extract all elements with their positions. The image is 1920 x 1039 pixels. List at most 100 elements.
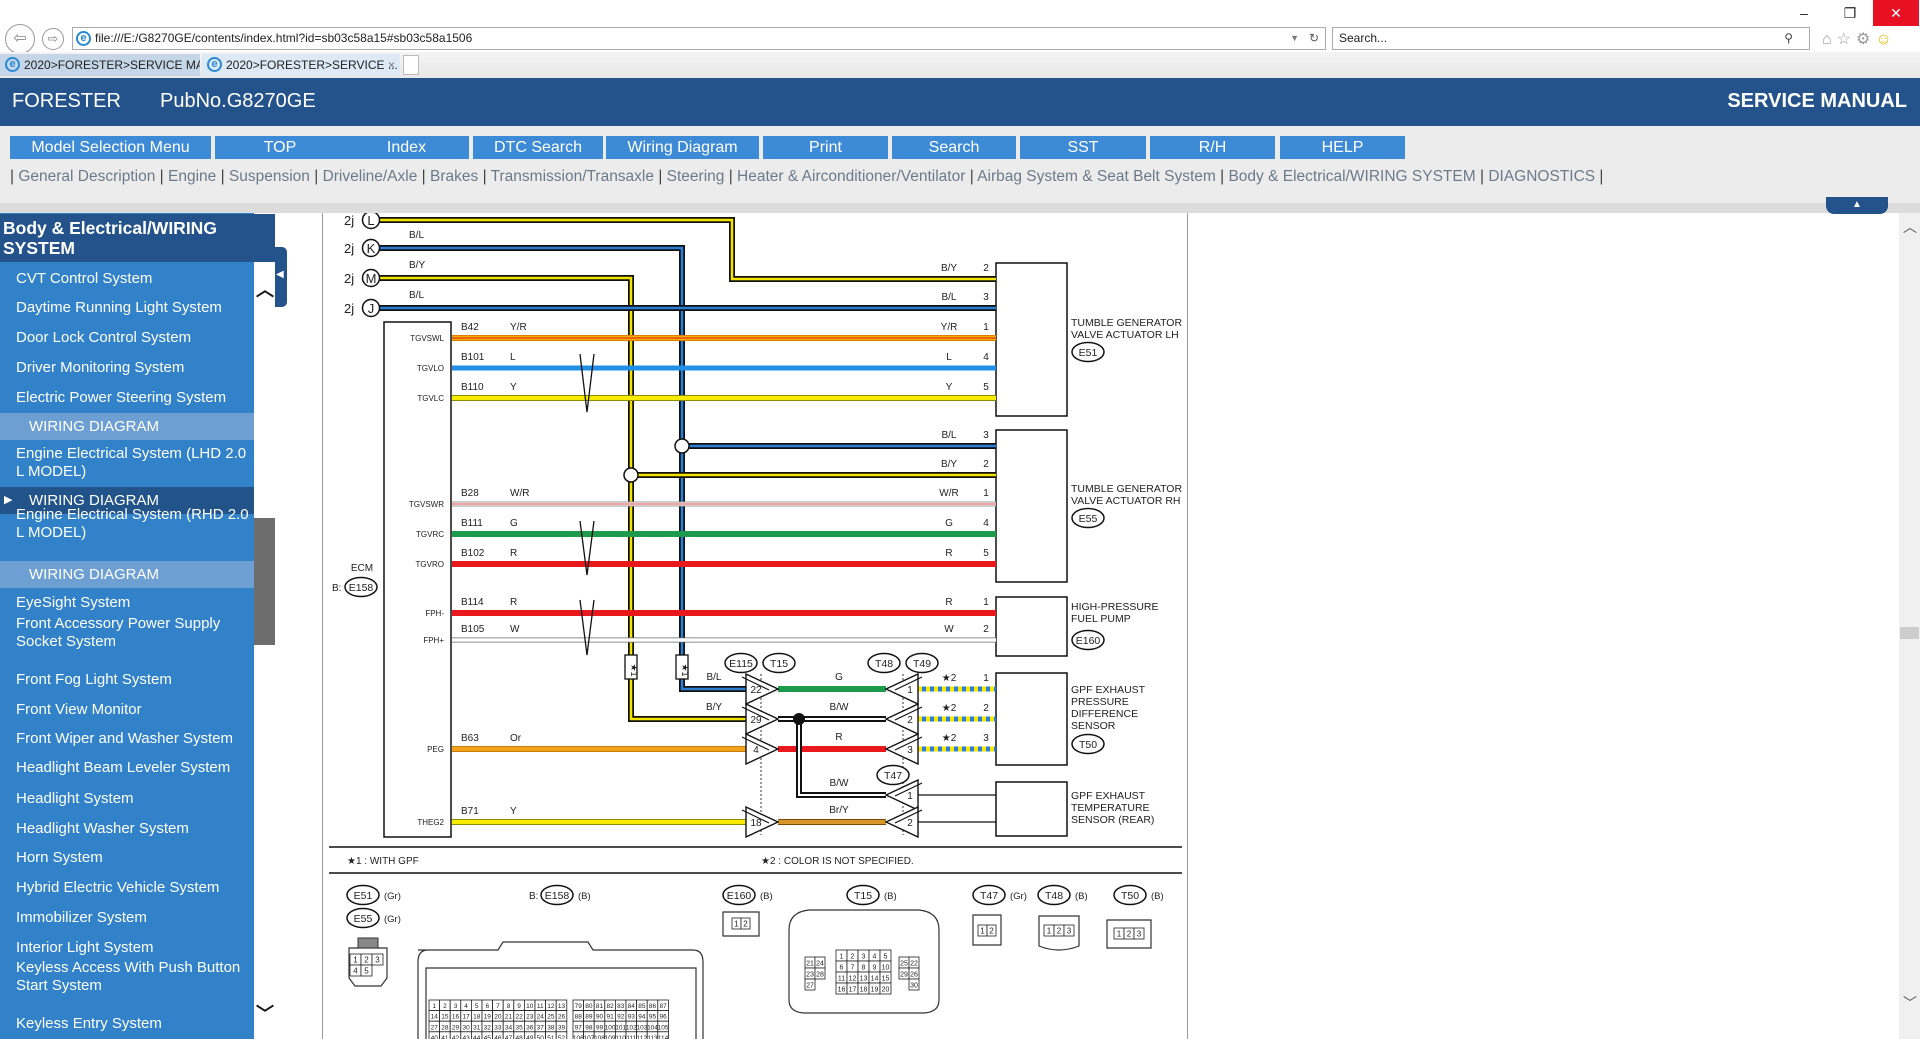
sidebar-item[interactable]: Door Lock Control System xyxy=(0,329,254,347)
section-link[interactable]: Suspension xyxy=(229,168,310,185)
pin-number: 112 xyxy=(637,1035,648,1039)
component-pin-number: 3 xyxy=(983,430,989,441)
browser-search-input[interactable]: Search... ⚲ xyxy=(1332,27,1810,50)
page-scroll-thumb[interactable] xyxy=(1900,627,1919,639)
sidebar-item[interactable]: Front Wiper and Washer System xyxy=(0,730,254,748)
collapse-header-button[interactable]: ▲ xyxy=(1826,197,1888,214)
sidebar-item[interactable]: Horn System xyxy=(0,849,254,867)
section-link[interactable]: Body & Electrical/WIRING SYSTEM xyxy=(1228,168,1475,185)
scroll-down-chevron-icon[interactable]: ﹀ xyxy=(256,1000,274,1026)
refresh-icon[interactable]: ↻ xyxy=(1309,28,1319,49)
search-icon[interactable]: ⚲ xyxy=(1784,28,1793,49)
feedback-smiley-icon[interactable]: ☺ xyxy=(1875,31,1896,48)
component-box xyxy=(995,429,1068,583)
sidebar-item[interactable]: Headlight Beam Leveler System xyxy=(0,759,254,777)
component-box xyxy=(995,781,1068,837)
tab-1[interactable]: e 2020>FORESTER>SERVICE MA... xyxy=(0,54,200,76)
nav-button-index[interactable]: Index xyxy=(344,136,469,159)
sidebar-scrollbar[interactable] xyxy=(254,262,275,1039)
sidebar-item[interactable]: Electric Power Steering System xyxy=(0,389,254,407)
section-link[interactable]: Steering xyxy=(667,168,725,185)
sidebar-item[interactable]: Front Fog Light System xyxy=(0,671,254,689)
page-scrollbar[interactable]: ︿ ﹀ xyxy=(1899,213,1920,1039)
sidebar-subitem-wiring-diagram[interactable]: WIRING DIAGRAM xyxy=(0,561,254,588)
pin-number: 13 xyxy=(558,1003,566,1010)
scroll-up-chevron-icon[interactable]: ︿ xyxy=(1903,217,1917,237)
wire-color-label: G xyxy=(510,518,518,529)
sidebar-item[interactable]: Engine Electrical System (RHD 2.0 L MODE… xyxy=(0,506,254,542)
favorites-star-icon[interactable]: ☆ xyxy=(1837,31,1856,48)
ecm-pin-number: B42 xyxy=(461,322,479,333)
connector-view-id: E160 xyxy=(727,890,752,902)
nav-button-top[interactable]: TOP xyxy=(215,136,345,159)
scroll-down-chevron-icon[interactable]: ﹀ xyxy=(1903,993,1917,1013)
pin-number: 32 xyxy=(484,1024,492,1031)
tab-close-icon[interactable]: × xyxy=(388,54,395,76)
pin-number: 86 xyxy=(649,1003,657,1010)
section-link[interactable]: DIAGNOSTICS xyxy=(1488,168,1595,185)
connector-pin-number: 2 xyxy=(907,818,913,829)
section-link[interactable]: Heater & Airconditioner/Ventilator xyxy=(737,168,965,185)
sidebar-item[interactable]: Headlight Washer System xyxy=(0,820,254,838)
nav-button-model-selection-menu[interactable]: Model Selection Menu xyxy=(10,136,211,159)
sidebar-item[interactable]: Engine Electrical System (LHD 2.0 L MODE… xyxy=(0,445,254,481)
nav-button-search[interactable]: Search xyxy=(892,136,1016,159)
section-link[interactable]: Brakes xyxy=(430,168,478,185)
tab-2-active[interactable]: e 2020>FORESTER>SERVICE ... × xyxy=(202,54,400,76)
nav-button-r-h[interactable]: R/H xyxy=(1150,136,1275,159)
pin-number: 17 xyxy=(849,987,857,994)
forward-button[interactable]: ⇨ xyxy=(42,28,64,50)
home-icon[interactable]: ⌂ xyxy=(1822,31,1837,48)
sidebar-item[interactable]: Headlight System xyxy=(0,790,254,808)
sidebar-item-label: WIRING DIAGRAM xyxy=(29,418,159,435)
section-link[interactable]: Driveline/Axle xyxy=(323,168,418,185)
sidebar-item[interactable]: Immobilizer System xyxy=(0,909,254,927)
scroll-up-chevron-icon[interactable]: ︿ xyxy=(256,276,274,302)
sidebar-item[interactable]: Interior Light System xyxy=(0,939,254,957)
component-name: HIGH-PRESSURE xyxy=(1071,601,1159,613)
sidebar-item[interactable]: CVT Control System xyxy=(0,270,254,288)
back-button[interactable]: ⇦ xyxy=(5,24,35,54)
close-window-button[interactable]: ✕ xyxy=(1873,0,1919,26)
section-link[interactable]: Transmission/Transaxle xyxy=(491,168,654,185)
nav-button-wiring-diagram[interactable]: Wiring Diagram xyxy=(606,136,759,159)
section-link[interactable]: General Description xyxy=(18,168,155,185)
pin-number: 10 xyxy=(526,1003,534,1010)
settings-gear-icon[interactable]: ⚙ xyxy=(1856,31,1875,48)
ecm-pin-name: TGVLO xyxy=(417,364,444,373)
new-tab-button[interactable] xyxy=(403,55,419,75)
sidebar-item[interactable]: Driver Monitoring System xyxy=(0,359,254,377)
nav-button-help[interactable]: HELP xyxy=(1280,136,1405,159)
nav-button-print[interactable]: Print xyxy=(763,136,888,159)
sidebar-item[interactable]: Hybrid Electric Vehicle System xyxy=(0,879,254,897)
sidebar-item[interactable]: EyeSight System xyxy=(0,594,254,612)
sidebar-collapse-tab[interactable]: ◀ xyxy=(275,247,287,307)
sidebar-scroll-thumb[interactable] xyxy=(254,518,275,645)
wire-color-label: B/Y xyxy=(941,459,957,470)
sidebar-item-label: Driver Monitoring System xyxy=(16,359,185,376)
connector-color: (Gr) xyxy=(384,914,401,925)
section-link[interactable]: Airbag System & Seat Belt System xyxy=(977,168,1216,185)
sidebar-item[interactable]: Daytime Running Light System xyxy=(0,299,254,317)
sidebar-item[interactable]: Front Accessory Power Supply Socket Syst… xyxy=(0,615,254,651)
sidebar-item[interactable]: Front View Monitor xyxy=(0,701,254,719)
sidebar-subitem-wiring-diagram[interactable]: WIRING DIAGRAM xyxy=(0,413,254,440)
component-connector-id: E160 xyxy=(1076,635,1101,647)
address-bar[interactable]: e file:///E:/G8270GE/contents/index.html… xyxy=(72,27,1326,50)
minimize-button[interactable]: – xyxy=(1781,0,1827,26)
sidebar-item[interactable]: Keyless Entry System xyxy=(0,1015,254,1033)
link-separator: | xyxy=(159,168,164,185)
nav-button-sst[interactable]: SST xyxy=(1020,136,1146,159)
wire-color-label: L xyxy=(946,352,952,363)
section-link[interactable]: Engine xyxy=(168,168,216,185)
ecm-pin-name: FPH+ xyxy=(423,636,444,645)
joint-connector-id: T49 xyxy=(913,658,931,670)
component-pin-number: 1 xyxy=(983,322,989,333)
sidebar-item[interactable]: Keyless Access With Push Button Start Sy… xyxy=(0,959,254,995)
restore-button[interactable]: ❐ xyxy=(1827,0,1873,26)
pin-number: 5 xyxy=(884,954,888,961)
dropdown-icon[interactable]: ▼ xyxy=(1290,28,1299,49)
nav-button-dtc-search[interactable]: DTC Search xyxy=(473,136,603,159)
wire-color-label: Y/R xyxy=(510,322,527,333)
pin-number: 6 xyxy=(485,1003,489,1010)
